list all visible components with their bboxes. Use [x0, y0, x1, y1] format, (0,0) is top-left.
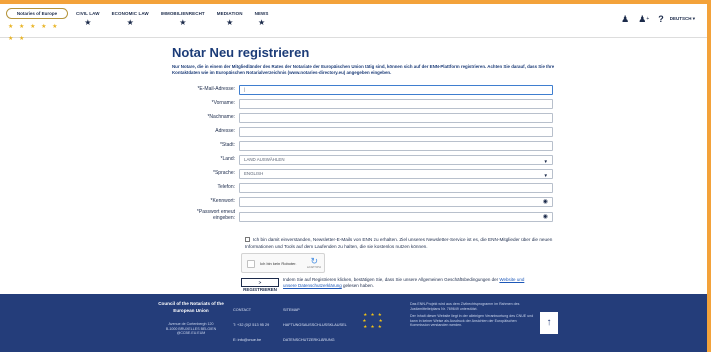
- form-row-email: *E-Mail-Adresse: |: [120, 85, 560, 97]
- site-header: Notaries of Europe ★ ★ ★ ★ ★ ★ ★ CIVIL L…: [0, 4, 711, 42]
- terms-text: Indem Sie auf Registrieren klicken, best…: [283, 277, 500, 282]
- form-row-nachname: *Nachname:: [120, 113, 560, 125]
- help-icon[interactable]: ?: [658, 13, 664, 25]
- recaptcha-widget: Ich bin kein Roboter. ↻ reCAPTCHA: [241, 253, 325, 273]
- footer-phone: T: +32 (0)2 513 95 29: [233, 323, 270, 327]
- sprache-select-value: ENGLISH: [244, 171, 264, 176]
- land-label: *Land:: [220, 156, 235, 162]
- nachname-field[interactable]: [239, 113, 553, 123]
- nav-item-immobilienrecht[interactable]: IMMOBILIENRECHT ★: [161, 11, 205, 28]
- vorname-label: *Vorname:: [211, 100, 235, 106]
- land-select[interactable]: LAND AUSWÄHLEN ▼: [239, 155, 553, 165]
- eu-flag-icon: ★ ★ ★ ★ ★ ★ ★ ★: [362, 312, 384, 329]
- site-footer: Council of the Notariats of the European…: [0, 294, 711, 352]
- footer-council-name: Council of the Notariats of the European…: [158, 301, 224, 313]
- caret-down-icon: ▼: [543, 159, 548, 164]
- logo-stars: ★ ★ ★ ★ ★ ★ ★: [8, 24, 60, 42]
- user-plus-icon[interactable]: ♟+: [638, 13, 649, 25]
- star-icon: ★: [226, 18, 234, 27]
- footer-address-text: Avenue de Cortenbergh 120 B-1000 BRUXELL…: [165, 322, 217, 335]
- form-row-sprache: *Sprache: ENGLISH ▼: [120, 169, 560, 181]
- nav-label: MEDIATION: [216, 11, 243, 16]
- footer-disclaimer-2: Der Inhalt dieser Website liegt in der a…: [410, 314, 534, 327]
- language-selector[interactable]: DEUTSCH ▾: [670, 16, 695, 22]
- email-label: *E-Mail-Adresse:: [197, 86, 235, 92]
- site-logo[interactable]: Notaries of Europe ★ ★ ★ ★ ★ ★ ★: [6, 8, 68, 42]
- nav-item-civil-law[interactable]: CIVIL LAW ★: [76, 11, 100, 28]
- newsletter-checkbox[interactable]: [245, 237, 250, 242]
- adresse-label: Adresse:: [215, 128, 235, 134]
- footer-email[interactable]: E: info@cnue.be: [233, 338, 261, 343]
- eye-icon[interactable]: ◉: [543, 198, 548, 206]
- sprache-label: *Sprache:: [213, 170, 235, 176]
- form-row-telefon: Telefon:: [120, 183, 560, 195]
- adresse-field[interactable]: [239, 127, 553, 137]
- form-row-kennwort: *Kennwort: ◉: [120, 197, 560, 209]
- star-icon: ★: [257, 18, 266, 27]
- page-title: Notar Neu registrieren: [172, 45, 310, 60]
- footer-sitemap-link[interactable]: SITEMAP: [283, 308, 300, 313]
- kennwort-label: *Kennwort:: [210, 198, 235, 204]
- password-field[interactable]: ◉: [239, 197, 553, 207]
- scroll-to-top-button[interactable]: ↑: [540, 312, 558, 334]
- form-row-adresse: Adresse:: [120, 127, 560, 139]
- user-icon[interactable]: ♟: [621, 13, 629, 25]
- main-nav: CIVIL LAW ★ ECONOMIC LAW ★ IMMOBILIENREC…: [76, 11, 281, 28]
- nav-item-economic-law[interactable]: ECONOMIC LAW ★: [112, 11, 149, 28]
- terms-end: gelesen haben.: [341, 283, 374, 288]
- telefon-label: Telefon:: [217, 184, 235, 190]
- form-row-vorname: *Vorname:: [120, 99, 560, 111]
- nav-label: NEWS: [254, 11, 269, 16]
- nav-item-mediation[interactable]: MEDIATION ★: [217, 11, 243, 28]
- land-select-value: LAND AUSWÄHLEN: [244, 157, 285, 162]
- recaptcha-label: Ich bin kein Roboter.: [260, 261, 297, 266]
- form-row-passwort-wdh: *Passwort erneut eingeben: ◉: [120, 209, 560, 224]
- caret-down-icon: ▼: [543, 173, 548, 178]
- star-icon: ★: [126, 18, 134, 27]
- vorname-field[interactable]: [239, 99, 553, 109]
- eye-icon[interactable]: ◉: [543, 213, 548, 221]
- register-button[interactable]: > REGISTRIEREN: [241, 278, 279, 292]
- footer-disclaimer: Das ENN-Projekt wird aus dem Zivilrechts…: [410, 302, 535, 328]
- form-row-stadt: *Stadt:: [120, 141, 560, 153]
- recaptcha-brand: reCAPTCHA: [306, 266, 321, 269]
- stadt-field[interactable]: [239, 141, 553, 151]
- footer-liability-link[interactable]: HAFTUNGSAUSSCHLUSSKLAUSEL: [283, 323, 347, 328]
- footer-disclaimer-1: Das ENN-Projekt wird aus dem Zivilrechts…: [410, 302, 520, 311]
- email-field[interactable]: |: [239, 85, 553, 95]
- logo-title: Notaries of Europe: [6, 8, 68, 19]
- stadt-label: *Stadt:: [219, 142, 235, 148]
- header-actions: ♟ ♟+ ? DEUTSCH ▾: [612, 13, 695, 25]
- sprache-select[interactable]: ENGLISH ▼: [239, 169, 553, 179]
- star-icon: ★: [84, 18, 92, 27]
- terms-notice: Indem Sie auf Registrieren klicken, best…: [283, 277, 558, 289]
- telefon-field[interactable]: [239, 183, 553, 193]
- nav-label: ECONOMIC LAW: [111, 11, 149, 16]
- form-row-land: *Land: LAND AUSWÄHLEN ▼: [120, 155, 560, 167]
- nachname-label: *Nachname:: [207, 114, 235, 120]
- terms-website-link[interactable]: Website und: [499, 277, 524, 282]
- star-icon: ★: [179, 18, 187, 27]
- footer-contact-heading[interactable]: CONTACT: [233, 308, 251, 313]
- intro-text: Nur Notare, die in einem der Mitgliedlän…: [172, 64, 555, 76]
- footer-address: Avenue de Cortenbergh 120 B-1000 BRUXELL…: [155, 322, 227, 336]
- nav-label: CIVIL LAW: [76, 11, 100, 16]
- privacy-policy-link[interactable]: unsere Datenschutzerklärung: [283, 283, 342, 288]
- nav-label: IMMOBILIENRECHT: [160, 11, 205, 16]
- password-repeat-field[interactable]: ◉: [239, 212, 553, 222]
- recaptcha-checkbox[interactable]: [247, 260, 255, 268]
- nav-item-news[interactable]: NEWS ★: [255, 11, 269, 28]
- footer-privacy-link[interactable]: DATENSCHUTZERKLÄRUNG: [283, 338, 335, 343]
- newsletter-text: Ich bin damit einverstanden, Newsletter-…: [245, 237, 553, 249]
- newsletter-consent: Ich bin damit einverstanden, Newsletter-…: [245, 236, 558, 250]
- password-repeat-label: *Passwort erneut eingeben:: [196, 209, 235, 221]
